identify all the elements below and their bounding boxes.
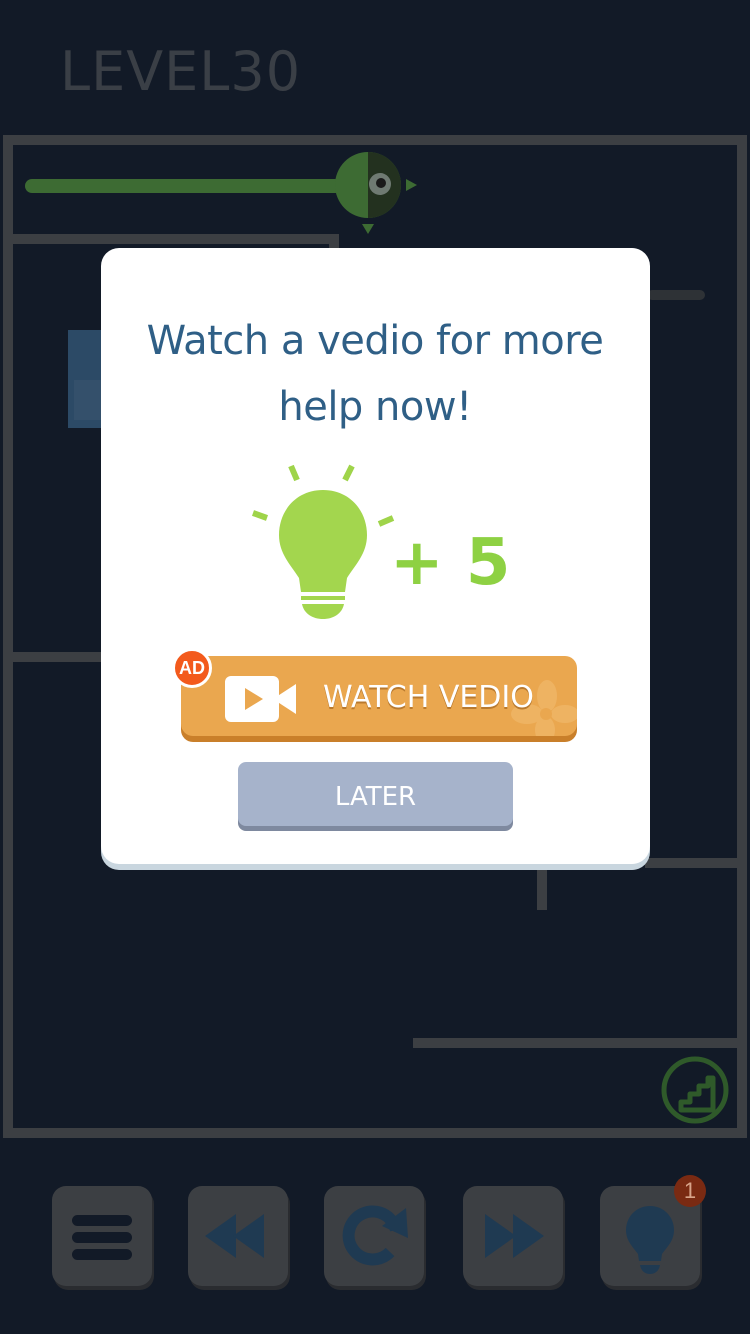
later-label: LATER [334,782,417,812]
video-camera-icon [225,676,296,722]
exit-stairs-icon [661,1056,729,1124]
previous-level-button[interactable] [188,1186,288,1286]
restart-button[interactable] [324,1186,424,1286]
ad-badge: AD [172,648,212,688]
lightbulb-icon [245,458,395,628]
hint-count-badge: 1 [674,1175,706,1207]
watch-video-label: WATCH VEDIO [323,680,534,715]
watch-video-button[interactable]: WATCH VEDIO [181,656,577,736]
next-level-button[interactable] [463,1186,563,1286]
menu-button[interactable] [52,1186,152,1286]
restart-icon [342,1205,408,1266]
rewind-icon [205,1214,264,1258]
later-button[interactable]: LATER [238,762,513,826]
dialog-title: Watch a vedio for more help now! [0,308,750,440]
bottom-toolbar [0,1182,750,1292]
menu-icon [72,1215,132,1260]
fast-forward-icon [485,1214,544,1258]
dialog-title-text: Watch a vedio for more help now! [146,318,604,430]
reward-amount: + 5 [390,526,511,600]
snake-head [335,152,417,234]
